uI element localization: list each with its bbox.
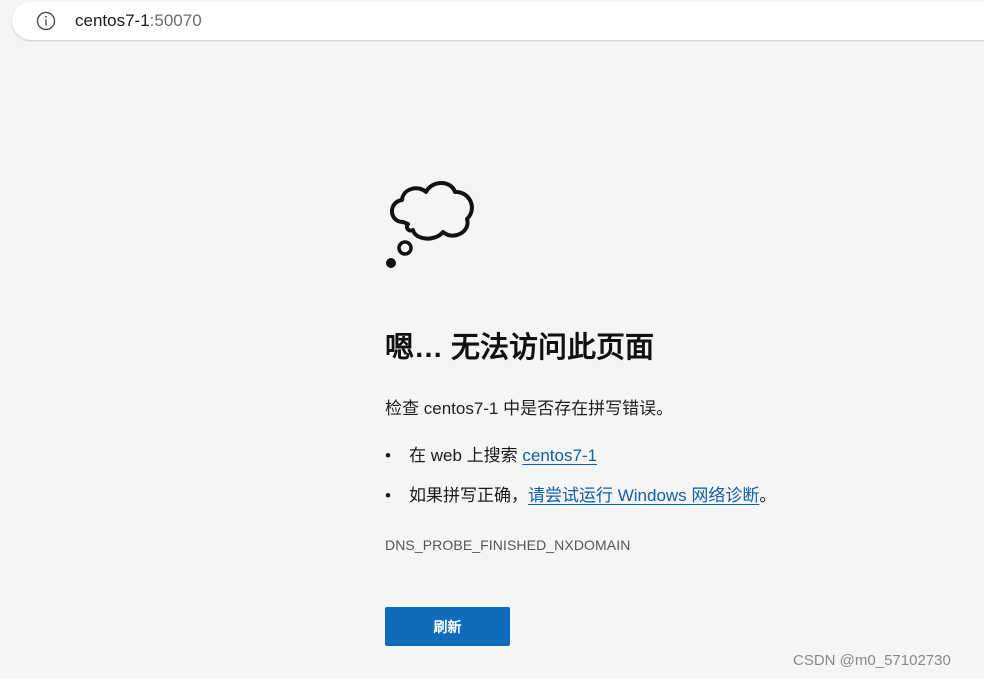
list-item-network-diagnostics: • 如果拼写正确，请尝试运行 Windows 网络诊断。	[385, 485, 776, 507]
bullet-dot: •	[385, 486, 391, 505]
search-web-link[interactable]: centos7-1	[522, 446, 597, 465]
info-icon[interactable]	[36, 11, 56, 31]
page-title: 嗯… 无法访问此页面	[385, 332, 655, 364]
bullet-prefix: 如果拼写正确，	[409, 486, 528, 505]
bullet-prefix: 在 web 上搜索	[409, 446, 523, 465]
spelling-check-text: 检查 centos7-1 中是否存在拼写错误。	[385, 398, 673, 420]
refresh-button[interactable]: 刷新	[385, 607, 510, 646]
watermark: CSDN @m0_57102730	[793, 652, 951, 669]
bullet-suffix: 。	[759, 486, 777, 505]
check-host: centos7-1	[423, 399, 499, 418]
thought-cloud-icon	[386, 181, 474, 268]
check-suffix: 中是否存在拼写错误。	[498, 399, 674, 418]
error-code: DNS_PROBE_FINISHED_NXDOMAIN	[385, 537, 631, 553]
url-port: :50070	[149, 11, 202, 30]
check-prefix: 检查	[385, 399, 424, 418]
network-diagnostics-link[interactable]: 请尝试运行 Windows 网络诊断	[528, 486, 759, 505]
address-bar[interactable]: centos7-1:50070	[12, 2, 984, 40]
url-host: centos7-1	[75, 11, 150, 30]
url-text[interactable]: centos7-1:50070	[75, 11, 202, 31]
list-item-web-search: • 在 web 上搜索 centos7-1	[385, 445, 597, 467]
bullet-dot: •	[385, 446, 391, 465]
